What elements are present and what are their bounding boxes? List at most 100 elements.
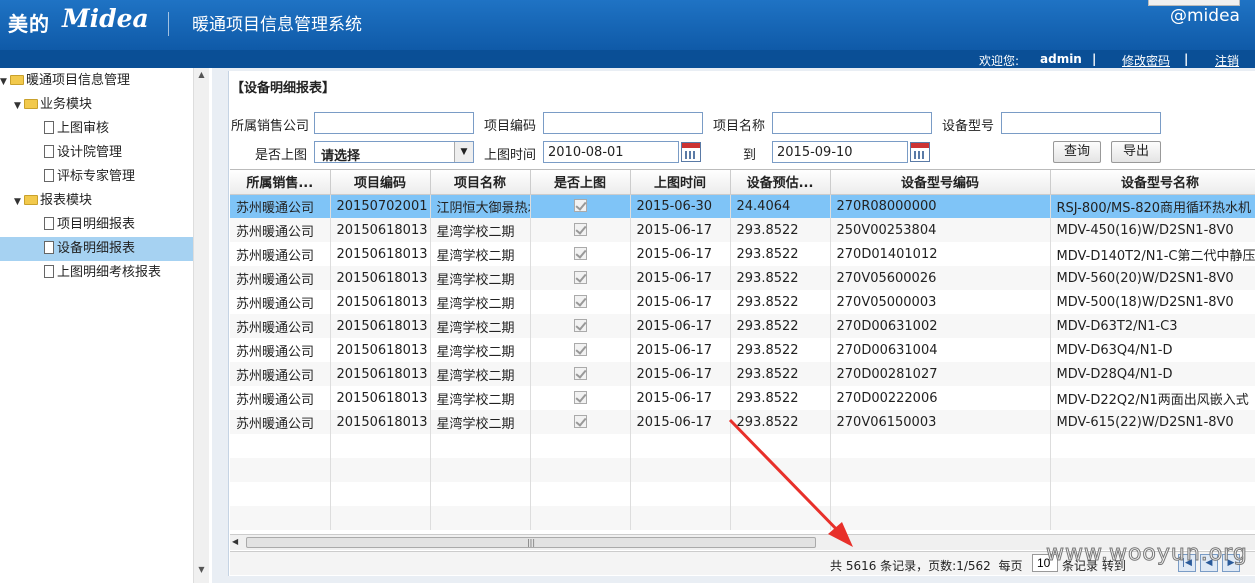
column-header[interactable]: 设备预估... xyxy=(730,170,831,195)
main-area: 【设备明细报表】 所属销售公司 项目编码 项目名称 设备型号 是否上图 请选择 … xyxy=(212,68,1255,583)
table-row[interactable]: 苏州暖通公司20150702001江阴恒大御景热水 2015-06-3024.40… xyxy=(230,194,1255,218)
scroll-up-icon[interactable]: ▲ xyxy=(194,70,209,84)
table-row[interactable]: 苏州暖通公司 20150618013 星湾学校二期 2015-06-17 293.852… xyxy=(230,314,1255,338)
tree-group-reports[interactable]: ▼ 报表模块 xyxy=(14,189,92,213)
calendar-icon[interactable] xyxy=(681,142,701,162)
username: admin xyxy=(1040,52,1082,66)
userbar-separator: | xyxy=(1092,52,1097,66)
project-code-input[interactable] xyxy=(543,112,703,134)
published-label: 是否上图 xyxy=(255,148,308,163)
table-cell: 苏州暖通公司 xyxy=(230,386,331,410)
empty-cell xyxy=(1050,482,1255,506)
expand-arrow-icon[interactable]: ▼ xyxy=(0,70,10,94)
user-bar: 欢迎您: admin | 修改密码 | 注销 xyxy=(0,50,1255,68)
column-header[interactable]: 上图时间 xyxy=(630,170,731,195)
table-cell: 星湾学校二期 xyxy=(430,362,531,386)
table-cell: 苏州暖通公司 xyxy=(230,338,331,362)
table-row[interactable]: 苏州暖通公司 20150618013 星湾学校二期 2015-06-17 293.852… xyxy=(230,362,1255,386)
table-row[interactable]: 苏州暖通公司 20150618013 星湾学校二期 2015-06-17 293.852… xyxy=(230,410,1255,434)
folder-icon xyxy=(10,75,24,85)
checkbox-checked-icon xyxy=(573,246,587,260)
published-checkbox-cell xyxy=(530,242,631,266)
table-cell: MDV-D63T2/N1-C3 xyxy=(1050,314,1255,338)
expand-arrow-icon[interactable]: ▼ xyxy=(14,94,24,118)
table-cell: 苏州暖通公司 xyxy=(230,242,331,266)
table-cell: 270D00631004 xyxy=(830,338,1051,362)
table-cell: 星湾学校二期 xyxy=(430,338,531,362)
sidebar-item-equipment-report[interactable]: 设备明细报表 xyxy=(0,237,193,261)
tree-group-label: 报表模块 xyxy=(40,193,93,208)
sidebar-item-experts[interactable]: 评标专家管理 xyxy=(44,165,135,189)
sidebar-item-review[interactable]: 上图审核 xyxy=(44,117,109,141)
date-from-input[interactable] xyxy=(543,141,679,163)
folder-icon xyxy=(24,99,38,109)
sidebar-item-design-institute[interactable]: 设计院管理 xyxy=(44,141,122,165)
tree-group-business[interactable]: ▼ 业务模块 xyxy=(14,93,92,117)
midea-logo-cn: 美的 xyxy=(8,12,50,36)
empty-cell xyxy=(1050,458,1255,482)
column-header[interactable]: 是否上图 xyxy=(530,170,631,195)
change-password-link[interactable]: 修改密码 xyxy=(1122,52,1170,69)
query-button[interactable]: 查询 xyxy=(1053,141,1101,163)
empty-cell xyxy=(330,506,431,530)
table-row[interactable]: 苏州暖通公司 20150618013 星湾学校二期 2015-06-17 293.852… xyxy=(230,290,1255,314)
equipment-model-input[interactable] xyxy=(1001,112,1161,134)
table-row[interactable]: 苏州暖通公司 20150618013 星湾学校二期 2015-06-17 293.852… xyxy=(230,266,1255,290)
calendar-icon[interactable] xyxy=(910,142,930,162)
table-row[interactable]: 苏州暖通公司 20150618013 星湾学校二期 2015-06-17 293.852… xyxy=(230,338,1255,362)
project-name-label: 项目名称 xyxy=(713,119,766,134)
export-button[interactable]: 导出 xyxy=(1111,141,1161,163)
table-cell: 20150618013 xyxy=(330,410,431,434)
table-cell: MDV-560(20)W/D2SN1-8V0 xyxy=(1050,266,1255,290)
table-cell: 270R08000000 xyxy=(830,194,1051,218)
empty-cell xyxy=(530,506,631,530)
empty-cell xyxy=(530,434,631,458)
column-header[interactable]: 设备型号名称 xyxy=(1050,170,1255,195)
checkbox-checked-icon xyxy=(573,366,587,380)
sales-company-input[interactable] xyxy=(314,112,474,134)
tree-root[interactable]: ▼ 暖通项目信息管理 xyxy=(0,69,130,93)
sidebar-scrollbar[interactable]: ▲ ▼ xyxy=(193,68,209,583)
table-cell: 江阴恒大御景热水 xyxy=(430,194,531,218)
checkbox-checked-icon xyxy=(573,270,587,284)
sidebar-item-label: 上图明细考核报表 xyxy=(57,265,162,280)
column-header[interactable]: 项目编码 xyxy=(330,170,431,195)
published-checkbox-cell xyxy=(530,194,631,218)
column-header[interactable]: 所属销售... xyxy=(230,170,331,195)
chevron-down-icon[interactable]: ▼ xyxy=(454,142,473,162)
table-cell: MDV-450(16)W/D2SN1-8V0 xyxy=(1050,218,1255,242)
date-to-input[interactable] xyxy=(772,141,908,163)
table-row[interactable]: 苏州暖通公司 20150618013 星湾学校二期 2015-06-17 293.852… xyxy=(230,218,1255,242)
project-code-label: 项目编码 xyxy=(484,119,537,134)
page-icon xyxy=(44,145,54,158)
table-cell: 20150618013 xyxy=(330,362,431,386)
table-cell: MDV-D140T2/N1-C第二代中静压风 xyxy=(1050,242,1255,266)
table-row[interactable]: 苏州暖通公司 20150618013 星湾学校二期 2015-06-17 293.852… xyxy=(230,386,1255,410)
scroll-thumb[interactable]: ||| xyxy=(246,537,816,548)
scroll-down-icon[interactable]: ▼ xyxy=(194,565,209,579)
empty-cell xyxy=(830,458,1051,482)
table-cell: RSJ-800/MS-820商用循环热水机 xyxy=(1050,194,1255,218)
table-cell: 2015-06-17 xyxy=(630,218,731,242)
column-header[interactable]: 项目名称 xyxy=(430,170,531,195)
empty-cell xyxy=(430,458,531,482)
column-header[interactable]: 设备型号编码 xyxy=(830,170,1051,195)
checkbox-checked-icon xyxy=(573,318,587,332)
table-cell: 293.8522 xyxy=(730,386,831,410)
table-cell: 2015-06-17 xyxy=(630,290,731,314)
table-cell: 星湾学校二期 xyxy=(430,242,531,266)
published-select[interactable]: 请选择 ▼ xyxy=(314,141,474,164)
empty-cell xyxy=(730,506,831,530)
expand-arrow-icon[interactable]: ▼ xyxy=(14,190,24,214)
table-cell: 2015-06-17 xyxy=(630,386,731,410)
sidebar-item-publish-assessment[interactable]: 上图明细考核报表 xyxy=(44,261,161,285)
scroll-left-icon[interactable]: ◀ xyxy=(232,537,238,546)
logout-link[interactable]: 注销 xyxy=(1215,52,1239,69)
sidebar-item-project-report[interactable]: 项目明细报表 xyxy=(44,213,135,237)
table-cell: 星湾学校二期 xyxy=(430,266,531,290)
sidebar-item-label: 评标专家管理 xyxy=(57,169,136,184)
project-name-input[interactable] xyxy=(772,112,932,134)
published-checkbox-cell xyxy=(530,218,631,242)
table-cell: 20150618013 xyxy=(330,290,431,314)
table-row[interactable]: 苏州暖通公司 20150618013 星湾学校二期 2015-06-17 293.852… xyxy=(230,242,1255,266)
